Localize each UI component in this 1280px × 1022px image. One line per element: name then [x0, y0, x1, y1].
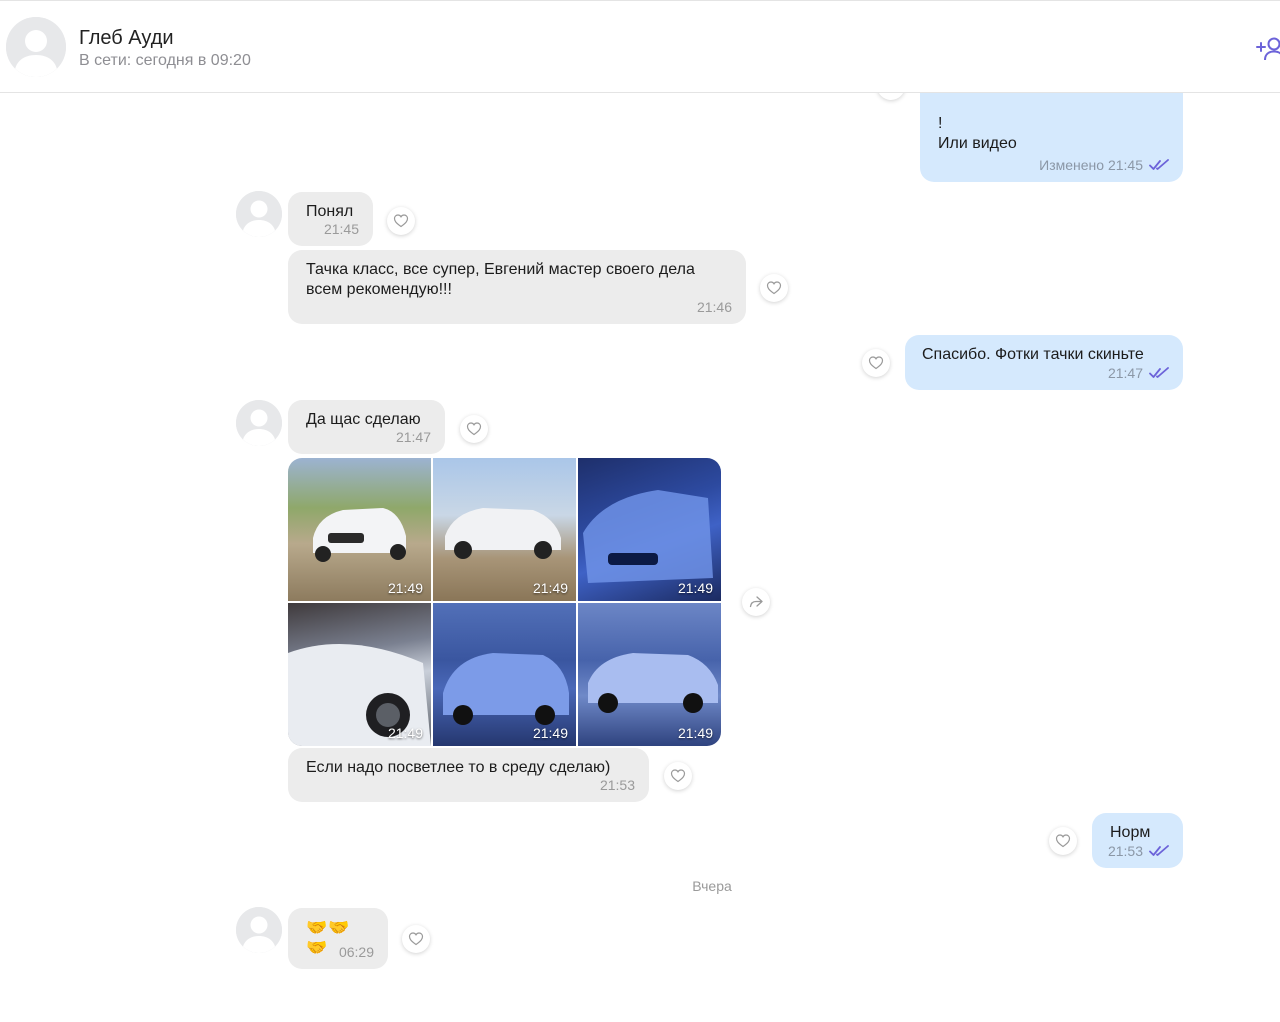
photo-thumbnail[interactable]: 21:49 — [288, 458, 431, 601]
contact-avatar[interactable] — [6, 17, 66, 77]
message-bubble[interactable]: Тачка класс, все супер, Евгений мастер с… — [288, 250, 746, 324]
message-text: Если надо посветлее то в среду сделаю) — [306, 759, 611, 776]
message-time-text: Изменено 21:45 — [1039, 157, 1143, 173]
heart-icon — [1055, 834, 1071, 848]
message-time-text: 21:53 — [1107, 843, 1143, 859]
contact-status: В сети: сегодня в 09:20 — [79, 52, 251, 69]
chat-header: Глеб Ауди В сети: сегодня в 09:20 — [0, 0, 1280, 93]
photo-thumbnail[interactable]: 21:49 — [288, 603, 431, 746]
message-text: Тачка класс, все супер, Евгений мастер с… — [306, 261, 695, 278]
message-text: всем рекомендую!!! — [306, 281, 452, 298]
message-time: Изменено 21:45 — [1039, 155, 1169, 175]
user-silhouette-icon — [236, 191, 282, 237]
double-check-icon — [1149, 367, 1169, 378]
photo-time: 21:49 — [532, 580, 568, 596]
message-bubble[interactable]: Понял 21:45 — [288, 192, 373, 246]
message-time: 21:53 — [599, 777, 635, 793]
add-user-button[interactable] — [1254, 33, 1280, 63]
message-text: Спасибо. Фотки тачки скиньте — [922, 346, 1144, 363]
reaction-button[interactable] — [664, 762, 692, 790]
photo-time: 21:49 — [387, 725, 423, 741]
message-time: 21:47 — [1108, 363, 1169, 383]
photo-thumbnail[interactable]: 21:49 — [433, 603, 576, 746]
message-bubble[interactable]: 🤝🤝🤝 06:29 — [288, 908, 388, 969]
heart-icon — [408, 932, 424, 946]
heart-icon — [766, 281, 782, 295]
double-check-icon — [1149, 845, 1169, 856]
message-time: 06:29 — [338, 944, 374, 960]
reaction-button[interactable] — [387, 207, 415, 235]
message-bubble[interactable]: Норм 21:53 — [1092, 813, 1183, 868]
heart-icon — [670, 769, 686, 783]
message-text: Норм — [1110, 824, 1151, 841]
photo-album: 21:49 21:49 21:49 21:49 21:49 21:49 — [288, 458, 721, 746]
share-button[interactable] — [742, 588, 770, 616]
reaction-button[interactable] — [460, 415, 488, 443]
date-separator: Вчера — [692, 878, 732, 894]
message-bubble[interactable]: ! Или видео Изменено 21:45 — [920, 88, 1183, 182]
photo-thumbnail[interactable]: 21:49 — [578, 458, 721, 601]
share-icon — [749, 596, 763, 608]
photo-time: 21:49 — [387, 580, 423, 596]
heart-icon — [393, 214, 409, 228]
heart-icon — [466, 422, 482, 436]
reaction-button[interactable] — [1049, 827, 1077, 855]
message-bubble[interactable]: Да щас сделаю 21:47 — [288, 400, 445, 454]
message-time-text: 21:47 — [1107, 365, 1143, 381]
message-bubble[interactable]: Если надо посветлее то в среду сделаю) 2… — [288, 748, 649, 802]
heart-icon — [868, 356, 884, 370]
reaction-button[interactable] — [402, 925, 430, 953]
message-time: 21:46 — [696, 299, 732, 315]
message-bubble[interactable]: Спасибо. Фотки тачки скиньте 21:47 — [905, 335, 1183, 390]
photo-thumbnail[interactable]: 21:49 — [433, 458, 576, 601]
photo-time: 21:49 — [532, 725, 568, 741]
message-text: ! — [938, 115, 943, 132]
user-silhouette-icon — [6, 17, 66, 77]
message-time: 21:53 — [1108, 841, 1169, 861]
message-time: 21:45 — [323, 221, 359, 237]
user-silhouette-icon — [236, 400, 282, 446]
message-time: 21:47 — [395, 429, 431, 445]
double-check-icon — [1149, 159, 1169, 170]
add-user-icon — [1256, 37, 1280, 61]
photo-time: 21:49 — [677, 725, 713, 741]
user-silhouette-icon — [236, 907, 282, 953]
photo-time: 21:49 — [677, 580, 713, 596]
sender-avatar[interactable] — [236, 907, 282, 953]
contact-name[interactable]: Глеб Ауди — [79, 27, 174, 50]
sender-avatar[interactable] — [236, 191, 282, 237]
message-text: Или видео — [938, 135, 1017, 152]
photo-thumbnail[interactable]: 21:49 — [578, 603, 721, 746]
reaction-button[interactable] — [760, 274, 788, 302]
sender-avatar[interactable] — [236, 400, 282, 446]
reaction-button[interactable] — [862, 349, 890, 377]
